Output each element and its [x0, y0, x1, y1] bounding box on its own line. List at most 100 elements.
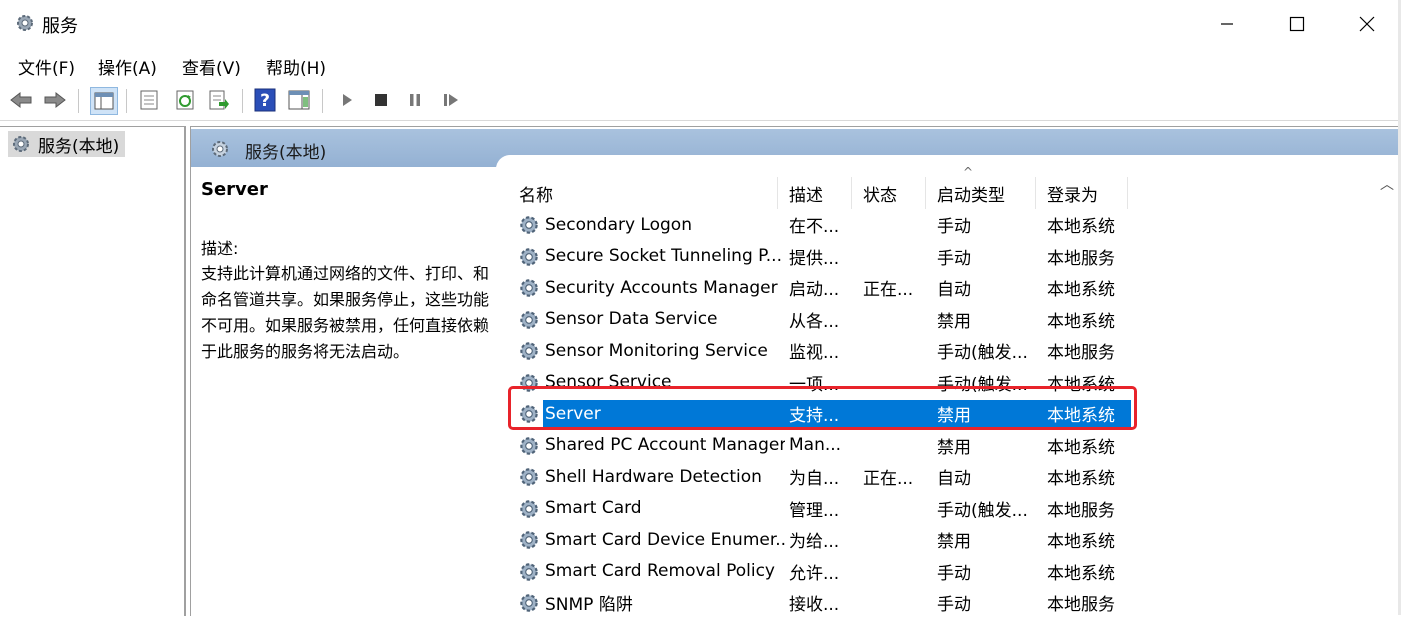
- column-header-name[interactable]: 名称: [517, 177, 778, 209]
- close-icon: [1359, 16, 1375, 32]
- cell-description: 管理...: [789, 500, 840, 521]
- start-service-icon: [343, 94, 352, 106]
- cell-status: [863, 209, 927, 240]
- table-row[interactable]: Shell Hardware Detection 为自... 正在... 自动 本地系统: [517, 461, 1317, 492]
- table-row[interactable]: SNMP 陷阱 接收... 手动 本地服务: [517, 587, 1317, 618]
- stop-service-icon: [375, 94, 387, 106]
- close-button[interactable]: [1332, 0, 1401, 48]
- list-header: ^ 名称 描述 状态 启动类型 登录为: [517, 165, 1385, 209]
- cell-name: Shared PC Account Manager: [545, 435, 785, 455]
- pane-tab-curve: [496, 155, 1399, 169]
- cell-status: [863, 430, 927, 461]
- table-row[interactable]: Smart Card Removal Policy 允许... 手动 本地系统: [517, 556, 1317, 587]
- cell-logon-as: 本地服务: [1047, 343, 1115, 363]
- highlight-box: [508, 386, 1137, 430]
- cell-status: [863, 241, 927, 272]
- cell-startup-type: 手动: [937, 595, 971, 615]
- description-text: 支持此计算机通过网络的文件、打印、和命名管道共享。如果服务停止，这些功能不可用。…: [201, 264, 490, 361]
- column-header-status[interactable]: 状态: [861, 177, 926, 209]
- table-row[interactable]: Smart Card 管理... 手动(触发... 本地服务: [517, 493, 1317, 524]
- cell-name: Smart Card Device Enumer...: [545, 529, 785, 550]
- forward-button[interactable]: [42, 87, 68, 113]
- menu-file[interactable]: 文件(F): [18, 54, 75, 79]
- pause-service-button[interactable]: [402, 87, 428, 113]
- stop-service-button[interactable]: [368, 87, 394, 113]
- cell-status: [863, 335, 927, 366]
- show-hide-tree-icon: [94, 92, 114, 110]
- show-hide-action-pane-icon: [288, 90, 310, 110]
- table-row[interactable]: Sensor Monitoring Service 监视... 手动(触发... 本地…: [517, 335, 1317, 366]
- cell-description: 为给...: [789, 532, 840, 552]
- cell-startup-type: 禁用: [937, 532, 971, 552]
- toolbar-separator: [78, 89, 79, 113]
- column-header-startup-type[interactable]: 启动类型: [935, 177, 1036, 209]
- help-icon: ?: [254, 88, 276, 112]
- show-hide-action-pane-button[interactable]: [286, 87, 312, 113]
- toolbar: ?: [0, 82, 1401, 121]
- properties-button[interactable]: [136, 87, 162, 113]
- menu-action[interactable]: 操作(A): [98, 54, 157, 79]
- table-row[interactable]: Secure Socket Tunneling P... 提供... 手动 本地服务: [517, 241, 1317, 272]
- gear-icon: [517, 276, 541, 305]
- cell-status: [863, 304, 927, 335]
- gear-icon: [517, 591, 541, 620]
- table-row[interactable]: Sensor Data Service 从各... 禁用 本地系统: [517, 304, 1317, 335]
- cell-name: Shell Hardware Detection: [545, 466, 762, 487]
- gear-icon: [517, 213, 541, 242]
- tree-item-services-local[interactable]: 服务(本地): [8, 131, 126, 157]
- tree-pane: 服务(本地): [0, 126, 186, 616]
- forward-arrow-icon: [44, 91, 66, 109]
- back-arrow-icon: [10, 91, 32, 109]
- gear-icon: [212, 141, 228, 157]
- table-row[interactable]: Security Accounts Manager 启动... 正在... 自动 本地系…: [517, 272, 1317, 303]
- cell-name: SNMP 陷阱: [545, 595, 633, 615]
- cell-status: [863, 587, 927, 618]
- gear-icon: [517, 497, 541, 526]
- cell-startup-type: 手动: [937, 217, 971, 237]
- title-bar: 服务: [0, 0, 1401, 48]
- cell-status: 正在...: [863, 280, 914, 300]
- cell-name: Smart Card: [545, 498, 642, 518]
- cell-description: 在不...: [789, 217, 840, 237]
- services-pane: 服务(本地) Server 描述: 支持此计算机通过网络的文件、打印、和命名管道…: [190, 126, 1401, 616]
- description-service-name: Server: [201, 179, 268, 200]
- cell-status: [863, 556, 927, 587]
- window-title: 服务: [42, 16, 78, 37]
- cell-name: Smart Card Removal Policy: [545, 561, 775, 581]
- help-button[interactable]: ?: [252, 87, 278, 113]
- cell-logon-as: 本地系统: [1047, 217, 1115, 237]
- toolbar-separator: [242, 89, 243, 113]
- toolbar-separator: [322, 89, 323, 113]
- scroll-up-arrow-icon[interactable]: ︿: [1374, 172, 1400, 196]
- cell-logon-as: 本地系统: [1047, 280, 1115, 300]
- minimize-button[interactable]: [1192, 0, 1262, 48]
- resume-service-button[interactable]: [438, 87, 464, 113]
- cell-status: 正在...: [863, 469, 914, 489]
- menu-view[interactable]: 查看(V): [182, 54, 241, 79]
- refresh-button[interactable]: [172, 87, 198, 113]
- export-list-button[interactable]: [206, 87, 232, 113]
- maximize-button[interactable]: [1262, 0, 1332, 48]
- gear-icon: [517, 245, 541, 274]
- cell-logon-as: 本地系统: [1047, 469, 1115, 489]
- column-header-description[interactable]: 描述: [787, 177, 852, 209]
- gear-icon: [517, 434, 541, 463]
- toolbar-separator: [126, 89, 127, 113]
- cell-startup-type: 手动: [937, 248, 971, 269]
- svg-text:?: ?: [260, 91, 270, 111]
- vertical-scrollbar[interactable]: [1374, 170, 1400, 615]
- start-service-button[interactable]: [334, 87, 360, 113]
- show-hide-tree-button[interactable]: [90, 87, 118, 115]
- table-row[interactable]: Secondary Logon 在不... 手动 本地系统: [517, 209, 1317, 240]
- table-row[interactable]: Smart Card Device Enumer... 为给... 禁用 本地系统: [517, 524, 1317, 555]
- column-header-logon-as[interactable]: 登录为: [1045, 177, 1128, 209]
- menu-help[interactable]: 帮助(H): [266, 54, 326, 79]
- cell-description: 允许...: [789, 563, 840, 584]
- table-row[interactable]: Shared PC Account Manager Man... 禁用 本地系统: [517, 430, 1317, 461]
- cell-startup-type: 手动(触发...: [937, 500, 1028, 521]
- cell-name: Secure Socket Tunneling P...: [545, 246, 782, 266]
- back-button[interactable]: [8, 87, 34, 113]
- cell-logon-as: 本地系统: [1047, 563, 1115, 584]
- maximize-icon: [1289, 16, 1305, 32]
- cell-logon-as: 本地系统: [1047, 311, 1115, 332]
